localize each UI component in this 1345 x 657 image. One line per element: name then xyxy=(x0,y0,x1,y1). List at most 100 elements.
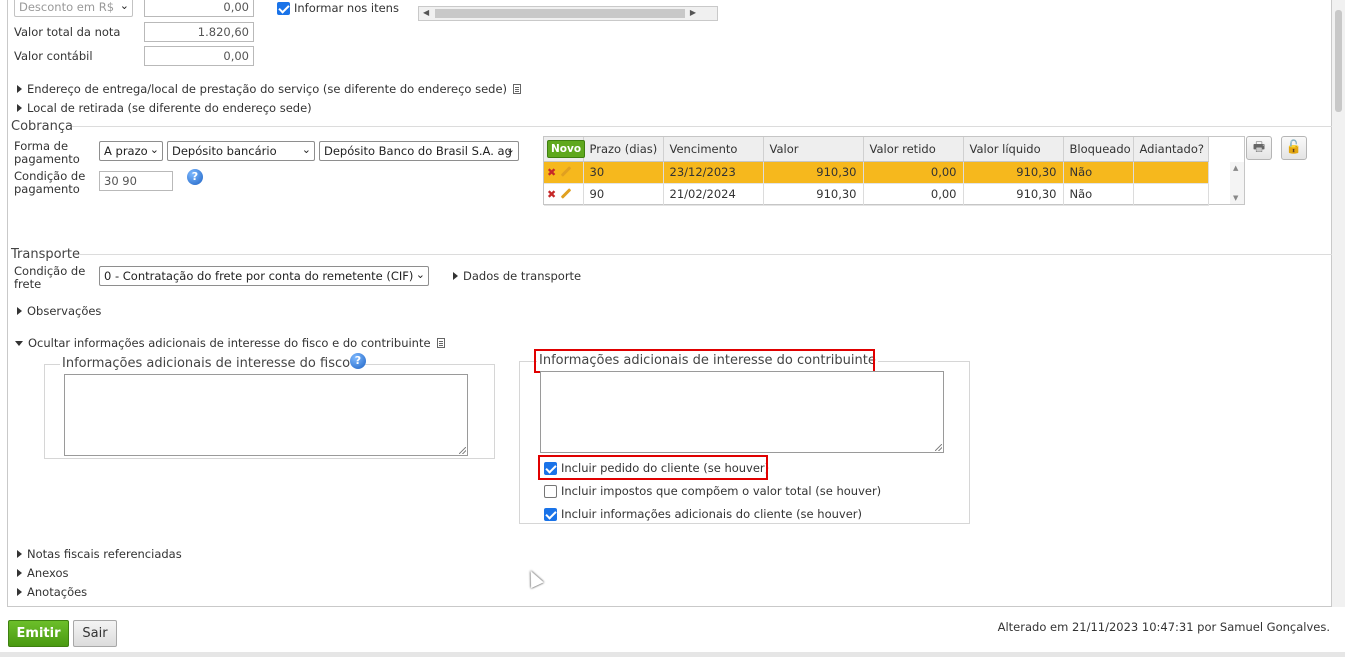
highlight-box xyxy=(538,455,768,480)
lock-icon: 🔓 xyxy=(1285,140,1303,155)
novo-button[interactable]: Novo xyxy=(547,139,586,158)
cell-prazo: 30 xyxy=(583,161,664,184)
scroll-thumb[interactable] xyxy=(435,9,685,18)
expand-triangle-icon xyxy=(17,85,22,93)
valor-total-label: Valor total da nota xyxy=(14,25,121,39)
col-valor-liquido[interactable]: Valor líquido xyxy=(963,137,1064,162)
col-adiantado[interactable]: Adiantado? xyxy=(1133,137,1209,162)
bottom-bar xyxy=(0,652,1345,657)
transporte-title: Transporte xyxy=(11,247,80,262)
forma-prazo-select[interactable]: A prazo ⌄ xyxy=(99,141,163,161)
edit-icon[interactable] xyxy=(560,188,572,199)
help-icon[interactable]: ? xyxy=(187,169,203,185)
cell-vencimento: 21/02/2024 xyxy=(663,183,764,206)
info-adicionais-toggle[interactable]: Ocultar informações adicionais de intere… xyxy=(15,336,445,350)
page-scrollbar[interactable] xyxy=(1332,0,1345,607)
cell-valor-liquido: 910,30 xyxy=(963,161,1064,184)
conta-bancaria-value: Depósito Banco do Brasil S.A. ag xyxy=(324,144,512,158)
page-scrollbar-thumb[interactable] xyxy=(1335,10,1342,112)
expand-triangle-icon xyxy=(17,550,22,558)
delete-icon[interactable]: ✖ xyxy=(547,166,556,179)
expand-triangle-icon xyxy=(17,569,22,577)
endereco-entrega-toggle[interactable]: Endereço de entrega/local de prestação d… xyxy=(17,82,522,96)
grid-scrollbar[interactable]: ▲ ▼ xyxy=(1230,162,1244,204)
valor-contabil-input[interactable]: 0,00 xyxy=(144,46,254,66)
col-vencimento[interactable]: Vencimento xyxy=(663,137,764,162)
condicao-frete-select[interactable]: 0 - Contratação do frete por conta do re… xyxy=(99,266,429,286)
scroll-right-icon[interactable]: ▶ xyxy=(690,8,696,17)
grid-header-row: Novo Prazo (dias) Vencimento Valor Valor… xyxy=(544,137,1209,162)
incluir-info-cliente-label: Incluir informações adicionais do client… xyxy=(561,507,862,521)
alterado-status: Alterado em 21/11/2023 10:47:31 por Samu… xyxy=(997,620,1330,634)
chevron-down-icon: ⌄ xyxy=(415,268,425,281)
fisco-textarea[interactable] xyxy=(64,374,468,456)
cell-bloqueado: Não xyxy=(1063,183,1134,206)
sair-button[interactable]: Sair xyxy=(73,620,117,647)
cell-valor-liquido: 910,30 xyxy=(963,183,1064,206)
col-bloqueado[interactable]: Bloqueado xyxy=(1063,137,1134,162)
local-retirada-toggle[interactable]: Local de retirada (se diferente do ender… xyxy=(17,101,312,115)
col-prazo[interactable]: Prazo (dias) xyxy=(583,137,664,162)
parcelas-table: Novo Prazo (dias) Vencimento Valor Valor… xyxy=(544,137,1209,206)
cell-prazo: 90 xyxy=(583,183,664,206)
observacoes-toggle[interactable]: Observações xyxy=(17,304,101,318)
collapse-triangle-icon xyxy=(15,341,23,346)
dados-transporte-toggle[interactable]: Dados de transporte xyxy=(453,269,581,283)
informar-itens-checkbox[interactable]: Informar nos itens xyxy=(277,1,399,15)
col-valor-retido[interactable]: Valor retido xyxy=(863,137,964,162)
notas-referenciadas-toggle[interactable]: Notas fiscais referenciadas xyxy=(17,547,182,561)
forma-tipo-select[interactable]: Depósito bancário ⌄ xyxy=(167,141,315,161)
delete-icon[interactable]: ✖ xyxy=(547,188,556,201)
anexos-toggle[interactable]: Anexos xyxy=(17,566,69,580)
condicao-pagamento-label: Condição de pagamento xyxy=(14,169,86,196)
valor-total-input[interactable]: 1.820,60 xyxy=(144,22,254,42)
forma-tipo-value: Depósito bancário xyxy=(172,144,277,158)
desconto-input[interactable]: 0,00 xyxy=(144,0,254,17)
expand-triangle-icon xyxy=(453,272,458,280)
cobranca-title: Cobrança xyxy=(11,119,73,134)
scroll-down-icon[interactable]: ▼ xyxy=(1233,194,1238,202)
local-retirada-label: Local de retirada (se diferente do ender… xyxy=(27,101,312,115)
informar-itens-label: Informar nos itens xyxy=(294,1,399,15)
chevron-down-icon: ⌄ xyxy=(301,143,311,156)
anotacoes-toggle[interactable]: Anotações xyxy=(17,585,87,599)
unlock-button[interactable]: 🔓 xyxy=(1281,136,1307,160)
forma-pagamento-label: Forma de pagamento xyxy=(14,139,80,166)
scroll-up-icon[interactable]: ▲ xyxy=(1233,164,1238,172)
table-row[interactable]: ✖ 30 23/12/2023 910,30 0,00 910,30 Não xyxy=(544,161,1209,184)
cell-valor: 910,30 xyxy=(763,183,864,206)
incluir-info-cliente-checkbox[interactable]: Incluir informações adicionais do client… xyxy=(544,507,862,521)
cell-valor-retido: 0,00 xyxy=(863,183,964,206)
cell-adiantado xyxy=(1133,161,1209,184)
anotacoes-label: Anotações xyxy=(27,585,88,599)
highlight-box xyxy=(534,349,875,373)
chevron-down-icon: ⌄ xyxy=(119,0,129,12)
emitir-button[interactable]: Emitir xyxy=(8,620,69,647)
contribuinte-textarea[interactable] xyxy=(540,371,944,453)
desconto-type-select[interactable]: Desconto em R$ ⌄ xyxy=(14,0,133,17)
help-icon[interactable]: ? xyxy=(350,353,366,369)
document-icon[interactable] xyxy=(436,338,445,348)
chevron-down-icon: ⌄ xyxy=(149,143,159,156)
items-horizontal-scrollbar[interactable]: ◀ ▶ xyxy=(418,6,718,21)
expand-triangle-icon xyxy=(17,307,22,315)
cobranca-divider xyxy=(72,126,1332,127)
notas-referenciadas-label: Notas fiscais referenciadas xyxy=(27,547,182,561)
checkbox-checked-icon xyxy=(277,2,290,15)
condicao-pagamento-input[interactable]: 30 90 xyxy=(99,171,173,191)
cell-bloqueado: Não xyxy=(1063,161,1134,184)
forma-prazo-value: A prazo xyxy=(104,144,148,158)
print-button[interactable]: 🖶 xyxy=(1246,136,1272,160)
incluir-impostos-label: Incluir impostos que compõem o valor tot… xyxy=(561,484,882,498)
fisco-title: Informações adicionais de interesse do f… xyxy=(60,356,353,371)
dados-transporte-label: Dados de transporte xyxy=(463,269,582,283)
col-valor[interactable]: Valor xyxy=(763,137,864,162)
conta-bancaria-select[interactable]: Depósito Banco do Brasil S.A. ag ⌄ xyxy=(319,141,519,161)
edit-icon[interactable] xyxy=(560,166,572,177)
incluir-impostos-checkbox[interactable]: Incluir impostos que compõem o valor tot… xyxy=(544,484,881,498)
document-icon[interactable] xyxy=(513,84,522,94)
table-row[interactable]: ✖ 90 21/02/2024 910,30 0,00 910,30 Não xyxy=(544,183,1209,206)
scroll-left-icon[interactable]: ◀ xyxy=(423,8,429,17)
checkbox-checked-icon xyxy=(544,508,557,521)
valor-contabil-label: Valor contábil xyxy=(14,49,93,63)
